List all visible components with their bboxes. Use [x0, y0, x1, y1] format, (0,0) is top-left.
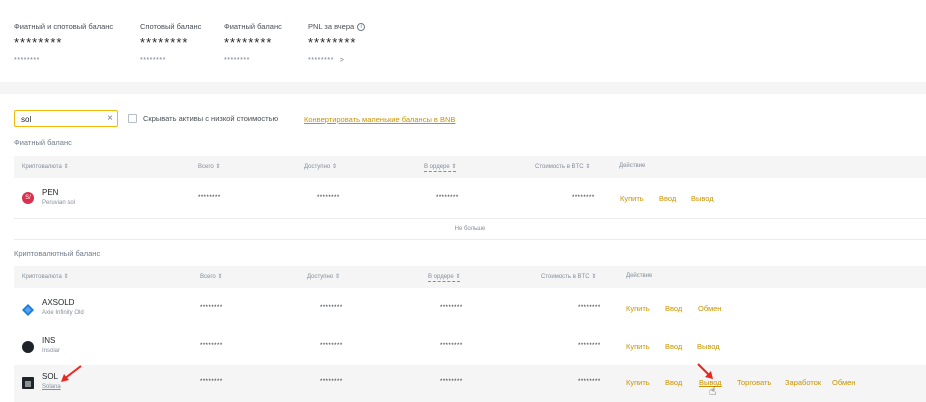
buy-button[interactable]: Купить	[626, 304, 650, 313]
coin-name: Peruvian sol	[42, 200, 76, 206]
pnl-label: PNL за вчера	[308, 22, 355, 31]
col-crypto[interactable]: Криптовалюта ⇕	[22, 163, 69, 170]
btc-value: ********	[578, 305, 601, 311]
available-value: ********	[317, 195, 340, 201]
col-crypto[interactable]: Криптовалюта ⇕	[22, 273, 69, 280]
fiat-spot-balance: Фиатный и спотовый баланс ******** *****…	[14, 22, 113, 64]
coin-symbol: AXSOLD	[42, 298, 75, 307]
coin-symbol: PEN	[42, 188, 59, 197]
col-in-order[interactable]: В ордере ⇕	[428, 273, 461, 282]
btc-value: ********	[578, 379, 601, 385]
col-action: Действие	[626, 273, 653, 279]
fiat-balance-sub: ********	[224, 57, 250, 64]
withdraw-button[interactable]: Вывод	[691, 194, 714, 203]
fiat-spot-balance-sub: ********	[14, 57, 40, 64]
spot-balance-value: ********	[140, 35, 189, 50]
swap-button[interactable]: Обмен	[698, 304, 721, 313]
total-value: ********	[200, 305, 223, 311]
arrow-icon	[61, 365, 82, 382]
col-btc-value[interactable]: Стоимость в BTC ⇕	[541, 273, 596, 280]
earn-button[interactable]: Заработок	[785, 378, 821, 387]
col-available[interactable]: Доступно ⇕	[304, 163, 337, 170]
peruvian-sol-icon: S/	[22, 192, 34, 204]
fiat-balance-label: Фиатный баланс	[224, 22, 282, 31]
hide-small-assets[interactable]: Скрывать активы с низкой стоимостью	[128, 114, 278, 123]
in-order-value: ********	[440, 379, 463, 385]
coin-name[interactable]: Solana	[42, 384, 61, 390]
hide-small-checkbox[interactable]	[128, 114, 137, 123]
arrow-icon	[697, 363, 713, 379]
total-value: ********	[200, 343, 223, 349]
close-icon[interactable]: ×	[107, 113, 113, 125]
in-order-value: ********	[440, 343, 463, 349]
fiat-section-title: Фиатный баланс	[14, 138, 72, 147]
chevron-right-icon[interactable]: >	[340, 57, 345, 64]
col-total[interactable]: Всего ⇕	[198, 163, 220, 170]
convert-to-bnb-link[interactable]: Конвертировать маленькие балансы в BNB	[304, 115, 455, 124]
buy-button[interactable]: Купить	[626, 378, 650, 387]
axie-infinity-icon	[22, 303, 34, 316]
balances-panel: × Скрывать активы с низкой стоимостью Ко…	[0, 94, 926, 402]
crypto-table-header: Криптовалюта ⇕ Всего ⇕ Доступно ⇕ В орде…	[14, 266, 926, 288]
table-row: S/ PEN Peruvian sol ******** ******** **…	[14, 181, 926, 217]
fiat-balance-value: ********	[224, 35, 273, 50]
buy-button[interactable]: Купить	[620, 194, 644, 203]
deposit-button[interactable]: Ввод	[665, 304, 682, 313]
coin-name: Axie Infinity Old	[42, 310, 84, 316]
table-row: AXSOLD Axie Infinity Old ******** ******…	[14, 291, 926, 327]
pnl-value: ********	[308, 35, 357, 50]
btc-value: ********	[572, 195, 595, 201]
coin-name: Insolar	[42, 348, 61, 354]
info-icon[interactable]: i	[357, 22, 366, 31]
col-btc-value[interactable]: Стоимость в BTC ⇕	[535, 163, 590, 170]
fiat-table-header: Криптовалюта ⇕ Всего ⇕ Доступно ⇕ В орде…	[14, 156, 926, 178]
solana-icon	[22, 377, 34, 389]
total-value: ********	[198, 195, 221, 201]
col-action: Действие	[619, 163, 646, 169]
hand-cursor-icon: ☝	[709, 384, 717, 398]
no-more-text: Не больше	[14, 218, 926, 240]
crypto-section-title: Криптовалютный баланс	[14, 249, 101, 258]
in-order-value: ********	[436, 195, 459, 201]
spot-balance-sub: ********	[140, 57, 166, 64]
coin-symbol: INS	[42, 336, 56, 345]
col-available[interactable]: Доступно ⇕	[307, 273, 340, 280]
insolar-icon	[22, 341, 34, 353]
spot-balance-label: Спотовый баланс	[140, 22, 202, 31]
btc-value: ********	[578, 343, 601, 349]
withdraw-button[interactable]: Вывод	[697, 342, 720, 351]
available-value: ********	[320, 305, 343, 311]
table-row: SOL Solana ******** ******** ******** **…	[14, 365, 926, 402]
fiat-spot-balance-value: ********	[14, 35, 63, 50]
col-in-order[interactable]: В ордере ⇕	[424, 163, 457, 172]
col-total[interactable]: Всего ⇕	[200, 273, 222, 280]
total-value: ********	[200, 379, 223, 385]
fiat-balance: Фиатный баланс ******** ********	[224, 22, 282, 64]
swap-button[interactable]: Обмен	[832, 378, 855, 387]
buy-button[interactable]: Купить	[626, 342, 650, 351]
pnl-yesterday: PNL за вчера i ******** ******** >	[308, 22, 366, 64]
search-field[interactable]: ×	[14, 110, 118, 127]
available-value: ********	[320, 343, 343, 349]
hide-small-label: Скрывать активы с низкой стоимостью	[143, 114, 279, 123]
deposit-button[interactable]: Ввод	[665, 378, 682, 387]
search-input[interactable]	[21, 114, 101, 124]
balance-summary: Фиатный и спотовый баланс ******** *****…	[0, 0, 926, 82]
deposit-button[interactable]: Ввод	[665, 342, 682, 351]
available-value: ********	[320, 379, 343, 385]
fiat-spot-balance-label: Фиатный и спотовый баланс	[14, 22, 114, 31]
in-order-value: ********	[440, 305, 463, 311]
deposit-button[interactable]: Ввод	[659, 194, 676, 203]
coin-symbol: SOL	[42, 372, 59, 381]
pnl-sub: ********	[308, 57, 334, 64]
trade-button[interactable]: Торговать	[737, 378, 771, 387]
table-row: INS Insolar ******** ******** ******** *…	[14, 329, 926, 365]
spot-balance: Спотовый баланс ******** ********	[140, 22, 201, 64]
